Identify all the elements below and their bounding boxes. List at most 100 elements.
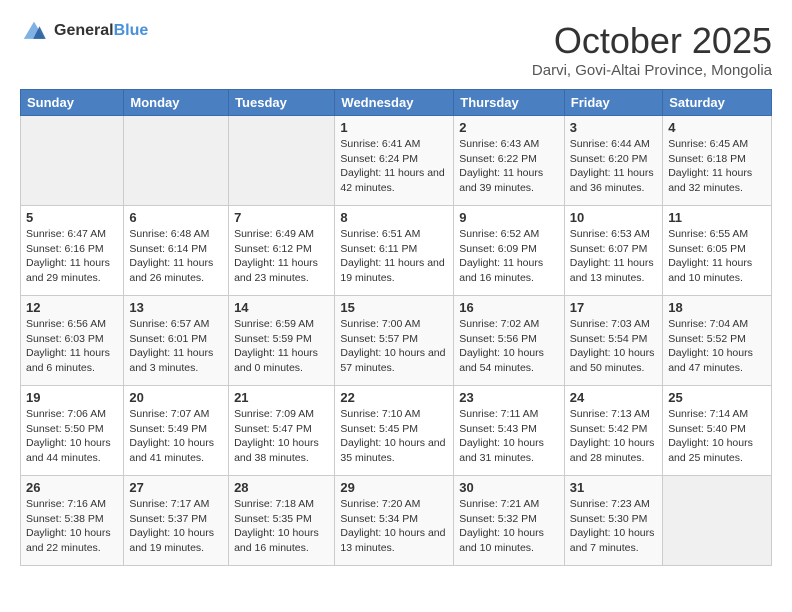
day-info: Sunrise: 7:23 AM Sunset: 5:30 PM Dayligh… <box>570 497 657 556</box>
day-info: Sunrise: 6:59 AM Sunset: 5:59 PM Dayligh… <box>234 317 329 376</box>
weekday-header: Saturday <box>663 90 772 116</box>
day-number: 18 <box>668 300 766 315</box>
day-info: Sunrise: 7:17 AM Sunset: 5:37 PM Dayligh… <box>129 497 223 556</box>
day-number: 21 <box>234 390 329 405</box>
weekday-header: Monday <box>124 90 229 116</box>
day-number: 6 <box>129 210 223 225</box>
day-number: 20 <box>129 390 223 405</box>
calendar-cell: 12 Sunrise: 6:56 AM Sunset: 6:03 PM Dayl… <box>21 296 124 386</box>
day-info: Sunrise: 6:43 AM Sunset: 6:22 PM Dayligh… <box>459 137 559 196</box>
day-number: 28 <box>234 480 329 495</box>
day-info: Sunrise: 6:57 AM Sunset: 6:01 PM Dayligh… <box>129 317 223 376</box>
calendar-week-row: 19 Sunrise: 7:06 AM Sunset: 5:50 PM Dayl… <box>21 386 772 476</box>
day-number: 23 <box>459 390 559 405</box>
calendar-cell: 26 Sunrise: 7:16 AM Sunset: 5:38 PM Dayl… <box>21 476 124 566</box>
day-number: 26 <box>26 480 118 495</box>
day-number: 2 <box>459 120 559 135</box>
day-number: 1 <box>340 120 448 135</box>
weekday-header: Thursday <box>454 90 565 116</box>
calendar-cell: 15 Sunrise: 7:00 AM Sunset: 5:57 PM Dayl… <box>335 296 454 386</box>
day-info: Sunrise: 6:56 AM Sunset: 6:03 PM Dayligh… <box>26 317 118 376</box>
calendar-cell: 7 Sunrise: 6:49 AM Sunset: 6:12 PM Dayli… <box>229 206 335 296</box>
calendar-cell: 21 Sunrise: 7:09 AM Sunset: 5:47 PM Dayl… <box>229 386 335 476</box>
calendar-cell: 6 Sunrise: 6:48 AM Sunset: 6:14 PM Dayli… <box>124 206 229 296</box>
logo-text: GeneralBlue <box>54 22 148 40</box>
calendar-week-row: 1 Sunrise: 6:41 AM Sunset: 6:24 PM Dayli… <box>21 116 772 206</box>
day-number: 9 <box>459 210 559 225</box>
calendar-cell: 1 Sunrise: 6:41 AM Sunset: 6:24 PM Dayli… <box>335 116 454 206</box>
calendar-cell: 17 Sunrise: 7:03 AM Sunset: 5:54 PM Dayl… <box>564 296 662 386</box>
logo-icon <box>20 20 48 42</box>
day-number: 24 <box>570 390 657 405</box>
calendar-cell: 9 Sunrise: 6:52 AM Sunset: 6:09 PM Dayli… <box>454 206 565 296</box>
day-number: 10 <box>570 210 657 225</box>
weekday-header: Wednesday <box>335 90 454 116</box>
calendar-cell <box>124 116 229 206</box>
logo: GeneralBlue <box>20 20 148 42</box>
calendar-table: SundayMondayTuesdayWednesdayThursdayFrid… <box>20 89 772 566</box>
calendar-cell <box>229 116 335 206</box>
calendar-cell: 28 Sunrise: 7:18 AM Sunset: 5:35 PM Dayl… <box>229 476 335 566</box>
day-info: Sunrise: 6:51 AM Sunset: 6:11 PM Dayligh… <box>340 227 448 286</box>
calendar-cell: 18 Sunrise: 7:04 AM Sunset: 5:52 PM Dayl… <box>663 296 772 386</box>
day-info: Sunrise: 7:16 AM Sunset: 5:38 PM Dayligh… <box>26 497 118 556</box>
day-number: 17 <box>570 300 657 315</box>
day-info: Sunrise: 7:09 AM Sunset: 5:47 PM Dayligh… <box>234 407 329 466</box>
day-number: 14 <box>234 300 329 315</box>
calendar-cell <box>21 116 124 206</box>
day-info: Sunrise: 7:14 AM Sunset: 5:40 PM Dayligh… <box>668 407 766 466</box>
calendar-cell: 2 Sunrise: 6:43 AM Sunset: 6:22 PM Dayli… <box>454 116 565 206</box>
calendar-cell: 13 Sunrise: 6:57 AM Sunset: 6:01 PM Dayl… <box>124 296 229 386</box>
day-info: Sunrise: 7:00 AM Sunset: 5:57 PM Dayligh… <box>340 317 448 376</box>
day-info: Sunrise: 7:21 AM Sunset: 5:32 PM Dayligh… <box>459 497 559 556</box>
day-number: 15 <box>340 300 448 315</box>
calendar-cell: 19 Sunrise: 7:06 AM Sunset: 5:50 PM Dayl… <box>21 386 124 476</box>
day-number: 19 <box>26 390 118 405</box>
day-info: Sunrise: 7:03 AM Sunset: 5:54 PM Dayligh… <box>570 317 657 376</box>
day-number: 25 <box>668 390 766 405</box>
day-info: Sunrise: 6:41 AM Sunset: 6:24 PM Dayligh… <box>340 137 448 196</box>
calendar-cell: 30 Sunrise: 7:21 AM Sunset: 5:32 PM Dayl… <box>454 476 565 566</box>
day-info: Sunrise: 6:53 AM Sunset: 6:07 PM Dayligh… <box>570 227 657 286</box>
calendar-cell: 23 Sunrise: 7:11 AM Sunset: 5:43 PM Dayl… <box>454 386 565 476</box>
day-info: Sunrise: 6:47 AM Sunset: 6:16 PM Dayligh… <box>26 227 118 286</box>
day-info: Sunrise: 7:20 AM Sunset: 5:34 PM Dayligh… <box>340 497 448 556</box>
day-info: Sunrise: 6:52 AM Sunset: 6:09 PM Dayligh… <box>459 227 559 286</box>
day-info: Sunrise: 6:44 AM Sunset: 6:20 PM Dayligh… <box>570 137 657 196</box>
day-info: Sunrise: 7:07 AM Sunset: 5:49 PM Dayligh… <box>129 407 223 466</box>
weekday-header: Friday <box>564 90 662 116</box>
calendar-header-row: SundayMondayTuesdayWednesdayThursdayFrid… <box>21 90 772 116</box>
calendar-cell: 8 Sunrise: 6:51 AM Sunset: 6:11 PM Dayli… <box>335 206 454 296</box>
calendar-week-row: 5 Sunrise: 6:47 AM Sunset: 6:16 PM Dayli… <box>21 206 772 296</box>
day-number: 7 <box>234 210 329 225</box>
day-info: Sunrise: 7:06 AM Sunset: 5:50 PM Dayligh… <box>26 407 118 466</box>
day-info: Sunrise: 6:48 AM Sunset: 6:14 PM Dayligh… <box>129 227 223 286</box>
day-number: 31 <box>570 480 657 495</box>
calendar-cell: 11 Sunrise: 6:55 AM Sunset: 6:05 PM Dayl… <box>663 206 772 296</box>
page-header: GeneralBlue October 2025 Darvi, Govi-Alt… <box>20 20 772 79</box>
day-info: Sunrise: 6:49 AM Sunset: 6:12 PM Dayligh… <box>234 227 329 286</box>
day-number: 27 <box>129 480 223 495</box>
title-block: October 2025 Darvi, Govi-Altai Province,… <box>532 20 772 79</box>
month-title: October 2025 <box>532 20 772 62</box>
calendar-week-row: 26 Sunrise: 7:16 AM Sunset: 5:38 PM Dayl… <box>21 476 772 566</box>
day-number: 4 <box>668 120 766 135</box>
day-info: Sunrise: 7:13 AM Sunset: 5:42 PM Dayligh… <box>570 407 657 466</box>
day-number: 5 <box>26 210 118 225</box>
calendar-cell: 3 Sunrise: 6:44 AM Sunset: 6:20 PM Dayli… <box>564 116 662 206</box>
day-number: 11 <box>668 210 766 225</box>
day-info: Sunrise: 7:11 AM Sunset: 5:43 PM Dayligh… <box>459 407 559 466</box>
calendar-week-row: 12 Sunrise: 6:56 AM Sunset: 6:03 PM Dayl… <box>21 296 772 386</box>
calendar-cell: 4 Sunrise: 6:45 AM Sunset: 6:18 PM Dayli… <box>663 116 772 206</box>
day-number: 13 <box>129 300 223 315</box>
calendar-cell: 27 Sunrise: 7:17 AM Sunset: 5:37 PM Dayl… <box>124 476 229 566</box>
day-number: 16 <box>459 300 559 315</box>
day-number: 22 <box>340 390 448 405</box>
calendar-cell: 22 Sunrise: 7:10 AM Sunset: 5:45 PM Dayl… <box>335 386 454 476</box>
day-info: Sunrise: 7:10 AM Sunset: 5:45 PM Dayligh… <box>340 407 448 466</box>
day-info: Sunrise: 7:02 AM Sunset: 5:56 PM Dayligh… <box>459 317 559 376</box>
calendar-cell: 14 Sunrise: 6:59 AM Sunset: 5:59 PM Dayl… <box>229 296 335 386</box>
calendar-cell: 16 Sunrise: 7:02 AM Sunset: 5:56 PM Dayl… <box>454 296 565 386</box>
day-info: Sunrise: 6:45 AM Sunset: 6:18 PM Dayligh… <box>668 137 766 196</box>
location: Darvi, Govi-Altai Province, Mongolia <box>532 62 772 79</box>
